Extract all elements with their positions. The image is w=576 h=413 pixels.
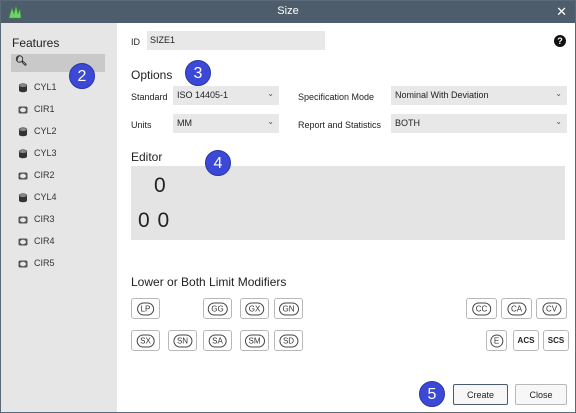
circle-feature-icon	[18, 106, 28, 114]
modifier-ca-button[interactable]: CA	[501, 298, 532, 319]
id-label: ID	[131, 37, 140, 47]
chevron-down-icon: ⌄	[267, 117, 274, 126]
modifier-acs-button[interactable]: ACS	[513, 330, 539, 351]
report-value: BOTH	[395, 118, 421, 128]
feature-item-cir5[interactable]: CIR5	[1, 253, 117, 275]
spec-mode-label: Specification Mode	[298, 92, 375, 102]
feature-label: CYL2	[34, 126, 57, 136]
modifiers-heading: Lower or Both Limit Modifiers	[131, 275, 287, 289]
features-heading: Features	[12, 36, 60, 50]
standard-label: Standard	[131, 92, 168, 102]
spec-mode-value: Nominal With Deviation	[395, 90, 489, 100]
tolerance-editor[interactable]: 0 0 0	[131, 166, 565, 240]
feature-label: CIR2	[34, 170, 55, 180]
modifier-envelope-button[interactable]: E	[486, 330, 507, 351]
feature-item-cir4[interactable]: CIR4	[1, 231, 117, 253]
create-button[interactable]: Create	[453, 384, 508, 405]
editor-lower-value: 0 0	[138, 209, 171, 232]
feature-item-cyl4[interactable]: CYL4	[1, 187, 117, 209]
features-panel: Features 🔍︎ CYL1 CIR1 CYL2 CYL3 CIR2 CYL4 CIR3…	[1, 23, 117, 412]
close-button[interactable]: Close	[515, 384, 567, 405]
feature-item-cyl1[interactable]: CYL1	[1, 77, 117, 99]
modifier-sn-button[interactable]: SN	[168, 330, 197, 351]
feature-label: CIR5	[34, 258, 55, 268]
modifier-sm-button[interactable]: SM	[240, 330, 269, 351]
modifier-sa-button[interactable]: SA	[203, 330, 232, 351]
title-bar: Size ✕	[1, 1, 575, 23]
callout-badge: 4	[205, 150, 231, 176]
callout-badge: 2	[69, 63, 95, 89]
cylinder-icon	[18, 149, 28, 159]
standard-value: ISO 14405-1	[177, 90, 229, 100]
size-editor-panel: ID SIZE1 ? Options Standard ISO 14405-1 …	[117, 23, 575, 412]
feature-item-cir3[interactable]: CIR3	[1, 209, 117, 231]
modifier-sx-button[interactable]: SX	[131, 330, 160, 351]
chevron-down-icon: ⌄	[555, 89, 562, 98]
circle-feature-icon	[18, 260, 28, 268]
window-title: Size	[277, 5, 299, 17]
spec-mode-select[interactable]: Nominal With Deviation ⌄	[391, 86, 567, 105]
modifier-gn-button[interactable]: GN	[274, 298, 303, 319]
editor-heading: Editor	[131, 150, 163, 164]
cylinder-icon	[18, 127, 28, 137]
circle-feature-icon	[18, 238, 28, 246]
cylinder-icon	[18, 83, 28, 93]
standard-select[interactable]: ISO 14405-1 ⌄	[173, 86, 279, 105]
feature-item-cir1[interactable]: CIR1	[1, 99, 117, 121]
report-select[interactable]: BOTH ⌄	[391, 114, 567, 133]
modifier-sd-button[interactable]: SD	[274, 330, 303, 351]
options-heading: Options	[131, 68, 173, 82]
modifier-cv-button[interactable]: CV	[536, 298, 567, 319]
feature-label: CIR3	[34, 214, 55, 224]
feature-label: CYL1	[34, 82, 57, 92]
report-label: Report and Statistics	[298, 120, 382, 130]
callout-badge: 3	[185, 60, 211, 86]
size-dialog: Size ✕ Features 🔍︎ CYL1 CIR1 CYL2 CYL3 CIR2 C…	[0, 0, 576, 413]
circle-feature-icon	[18, 216, 28, 224]
modifier-lp-button[interactable]: LP	[131, 298, 160, 319]
units-select[interactable]: MM ⌄	[173, 114, 279, 133]
modifier-scs-button[interactable]: SCS	[543, 330, 569, 351]
feature-label: CYL4	[34, 192, 57, 202]
feature-list: CYL1 CIR1 CYL2 CYL3 CIR2 CYL4 CIR3 CIR4 CIR5	[1, 77, 117, 275]
circle-feature-icon	[18, 172, 28, 180]
feature-item-cyl3[interactable]: CYL3	[1, 143, 117, 165]
modifier-gg-button[interactable]: GG	[203, 298, 232, 319]
modifier-gx-button[interactable]: GX	[240, 298, 269, 319]
feature-label: CYL3	[34, 148, 57, 158]
feature-label: CIR4	[34, 236, 55, 246]
feature-item-cyl2[interactable]: CYL2	[1, 121, 117, 143]
units-label: Units	[131, 120, 152, 130]
help-icon[interactable]: ?	[554, 35, 566, 47]
modifier-cc-button[interactable]: CC	[466, 298, 497, 319]
feature-label: CIR1	[34, 104, 55, 114]
editor-upper-value: 0	[154, 174, 166, 197]
feature-item-cir2[interactable]: CIR2	[1, 165, 117, 187]
callout-badge: 5	[419, 381, 445, 407]
units-value: MM	[177, 118, 192, 128]
chevron-down-icon: ⌄	[267, 89, 274, 98]
cylinder-icon	[18, 193, 28, 203]
id-field[interactable]: SIZE1	[147, 31, 325, 50]
close-window-icon[interactable]: ✕	[556, 4, 567, 20]
search-icon: 🔍︎	[15, 56, 28, 67]
chevron-down-icon: ⌄	[555, 117, 562, 126]
